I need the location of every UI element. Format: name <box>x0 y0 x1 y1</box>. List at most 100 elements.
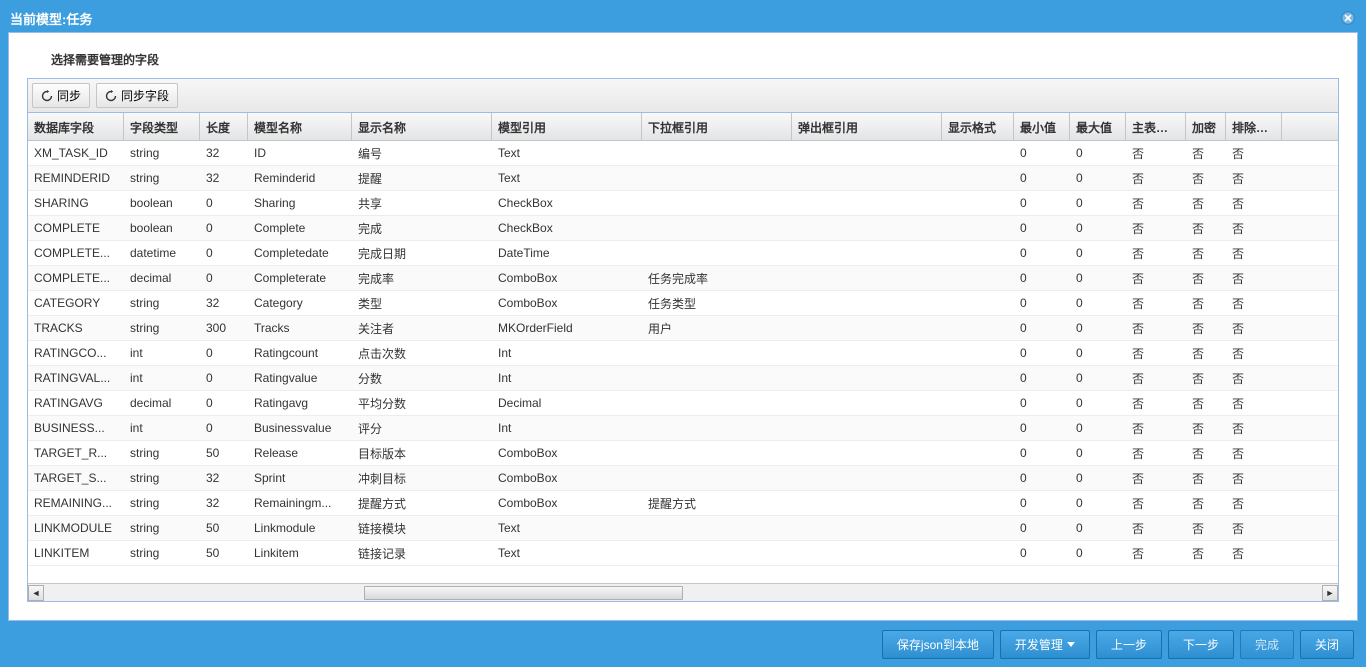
cell-exc: 否 <box>1226 241 1282 266</box>
cell-pp <box>792 274 942 282</box>
cell-ft: int <box>124 367 200 389</box>
sync-fields-button[interactable]: 同步字段 <box>96 83 178 108</box>
cell-enc: 否 <box>1186 266 1226 291</box>
cell-exc: 否 <box>1226 466 1282 491</box>
cell-enc: 否 <box>1186 166 1226 191</box>
cell-mn: Completerate <box>248 267 352 289</box>
col-field-type[interactable]: 字段类型 <box>124 113 200 140</box>
col-exclude-audit[interactable]: 排除审计 <box>1226 113 1282 140</box>
close-icon[interactable] <box>1340 10 1356 26</box>
sync-label: 同步 <box>57 87 81 104</box>
cell-fmt <box>942 274 1014 282</box>
cell-db: REMINDERID <box>28 167 124 189</box>
table-row[interactable]: REMINDERIDstring32Reminderid提醒Text00否否否 <box>28 166 1338 191</box>
cell-mn: Reminderid <box>248 167 352 189</box>
cell-dd <box>642 374 792 382</box>
cell-mr: Text <box>492 517 642 539</box>
next-button[interactable]: 下一步 <box>1168 630 1234 659</box>
table-row[interactable]: XM_TASK_IDstring32ID编号Text00否否否 <box>28 141 1338 166</box>
col-db-field[interactable]: 数据库字段 <box>28 113 124 140</box>
cell-mn: Tracks <box>248 317 352 339</box>
cell-pp <box>792 499 942 507</box>
table-row[interactable]: BUSINESS...int0Businessvalue评分Int00否否否 <box>28 416 1338 441</box>
cell-mn: Category <box>248 292 352 314</box>
cell-max: 0 <box>1070 467 1126 489</box>
col-display-name[interactable]: 显示名称 <box>352 113 492 140</box>
cell-exc: 否 <box>1226 416 1282 441</box>
table-row[interactable]: RATINGCO...int0Ratingcount点击次数Int00否否否 <box>28 341 1338 366</box>
cell-fmt <box>942 224 1014 232</box>
table-row[interactable]: RATINGAVGdecimal0Ratingavg平均分数Decimal00否… <box>28 391 1338 416</box>
dialog-window: 当前模型:任务 选择需要管理的字段 同步 同步字段 数据库字段 字段类 <box>0 0 1366 667</box>
scroll-track[interactable] <box>44 585 1322 601</box>
cell-enc: 否 <box>1186 216 1226 241</box>
cell-mr: MKOrderField <box>492 317 642 339</box>
cell-ft: string <box>124 517 200 539</box>
grid-body[interactable]: XM_TASK_IDstring32ID编号Text00否否否REMINDERI… <box>28 141 1338 583</box>
cell-enc: 否 <box>1186 541 1226 566</box>
scroll-right-icon[interactable]: ► <box>1322 585 1338 601</box>
cell-mn: Ratingvalue <box>248 367 352 389</box>
table-row[interactable]: COMPLETEboolean0Complete完成CheckBox00否否否 <box>28 216 1338 241</box>
cell-db: COMPLETE <box>28 217 124 239</box>
scroll-left-icon[interactable]: ◄ <box>28 585 44 601</box>
cell-mr: ComboBox <box>492 467 642 489</box>
footer-buttons: 保存json到本地 开发管理 上一步 下一步 完成 关闭 <box>882 630 1354 659</box>
cell-mr: ComboBox <box>492 492 642 514</box>
cell-dd <box>642 224 792 232</box>
cell-fmt <box>942 199 1014 207</box>
cell-exc: 否 <box>1226 316 1282 341</box>
cell-mst: 否 <box>1126 191 1186 216</box>
cell-dd: 任务类型 <box>642 291 792 316</box>
cell-dn: 链接记录 <box>352 541 492 566</box>
prev-button[interactable]: 上一步 <box>1096 630 1162 659</box>
cell-db: BUSINESS... <box>28 417 124 439</box>
col-model-ref[interactable]: 模型引用 <box>492 113 642 140</box>
cell-fmt <box>942 149 1014 157</box>
cell-mst: 否 <box>1126 266 1186 291</box>
cell-db: TRACKS <box>28 317 124 339</box>
save-json-button[interactable]: 保存json到本地 <box>882 630 994 659</box>
cell-dd: 提醒方式 <box>642 491 792 516</box>
cell-fmt <box>942 549 1014 557</box>
cell-pp <box>792 374 942 382</box>
cell-exc: 否 <box>1226 516 1282 541</box>
table-row[interactable]: SHARINGboolean0Sharing共享CheckBox00否否否 <box>28 191 1338 216</box>
cell-db: RATINGCO... <box>28 342 124 364</box>
table-row[interactable]: TARGET_S...string32Sprint冲刺目标ComboBox00否… <box>28 466 1338 491</box>
grid: 数据库字段 字段类型 长度 模型名称 显示名称 模型引用 下拉框引用 弹出框引用… <box>27 112 1339 602</box>
sync-button[interactable]: 同步 <box>32 83 90 108</box>
close-button[interactable]: 关闭 <box>1300 630 1354 659</box>
cell-mr: Decimal <box>492 392 642 414</box>
table-row[interactable]: CATEGORYstring32Category类型ComboBox任务类型00… <box>28 291 1338 316</box>
finish-button[interactable]: 完成 <box>1240 630 1294 659</box>
refresh-icon <box>41 90 53 102</box>
col-master-link[interactable]: 主表连排 <box>1126 113 1186 140</box>
table-row[interactable]: COMPLETE...datetime0Completedate完成日期Date… <box>28 241 1338 266</box>
cell-db: RATINGAVG <box>28 392 124 414</box>
table-row[interactable]: LINKMODULEstring50Linkmodule链接模块Text00否否… <box>28 516 1338 541</box>
col-length[interactable]: 长度 <box>200 113 248 140</box>
table-row[interactable]: TARGET_R...string50Release目标版本ComboBox00… <box>28 441 1338 466</box>
col-display-format[interactable]: 显示格式 <box>942 113 1014 140</box>
cell-mst: 否 <box>1126 316 1186 341</box>
col-min[interactable]: 最小值 <box>1014 113 1070 140</box>
table-row[interactable]: REMAINING...string32Remainingm...提醒方式Com… <box>28 491 1338 516</box>
col-encrypt[interactable]: 加密 <box>1186 113 1226 140</box>
scroll-thumb[interactable] <box>364 586 684 600</box>
col-dropdown-ref[interactable]: 下拉框引用 <box>642 113 792 140</box>
cell-min: 0 <box>1014 467 1070 489</box>
table-row[interactable]: LINKITEMstring50Linkitem链接记录Text00否否否 <box>28 541 1338 566</box>
col-model-name[interactable]: 模型名称 <box>248 113 352 140</box>
cell-mn: Release <box>248 442 352 464</box>
table-row[interactable]: TRACKSstring300Tracks关注者MKOrderField用户00… <box>28 316 1338 341</box>
dev-manage-button[interactable]: 开发管理 <box>1000 630 1090 659</box>
cell-db: COMPLETE... <box>28 267 124 289</box>
table-row[interactable]: COMPLETE...decimal0Completerate完成率ComboB… <box>28 266 1338 291</box>
col-max[interactable]: 最大值 <box>1070 113 1126 140</box>
horizontal-scrollbar[interactable]: ◄ ► <box>28 583 1338 601</box>
col-popup-ref[interactable]: 弹出框引用 <box>792 113 942 140</box>
cell-enc: 否 <box>1186 341 1226 366</box>
table-row[interactable]: RATINGVAL...int0Ratingvalue分数Int00否否否 <box>28 366 1338 391</box>
cell-dn: 链接模块 <box>352 516 492 541</box>
